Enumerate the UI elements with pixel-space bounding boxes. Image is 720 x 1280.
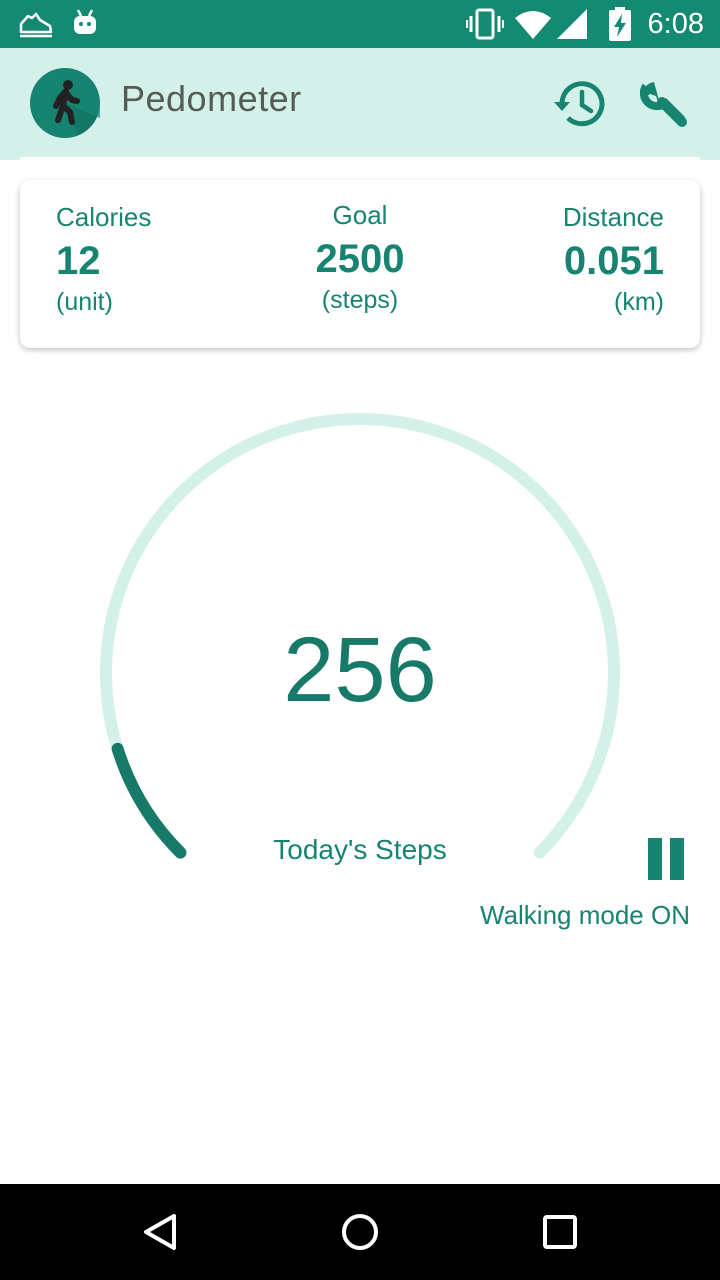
- step-progress-gauge: [100, 413, 620, 859]
- navigation-bar: [0, 1184, 720, 1280]
- step-count: 256: [283, 619, 437, 721]
- steps-label: Today's Steps: [273, 834, 447, 865]
- back-icon[interactable]: [130, 1208, 190, 1256]
- recents-icon[interactable]: [530, 1208, 590, 1256]
- home-icon[interactable]: [330, 1208, 390, 1256]
- walking-mode-status: Walking mode ON: [480, 900, 690, 930]
- pause-button[interactable]: [640, 836, 690, 884]
- gauge-progress: [111, 742, 187, 859]
